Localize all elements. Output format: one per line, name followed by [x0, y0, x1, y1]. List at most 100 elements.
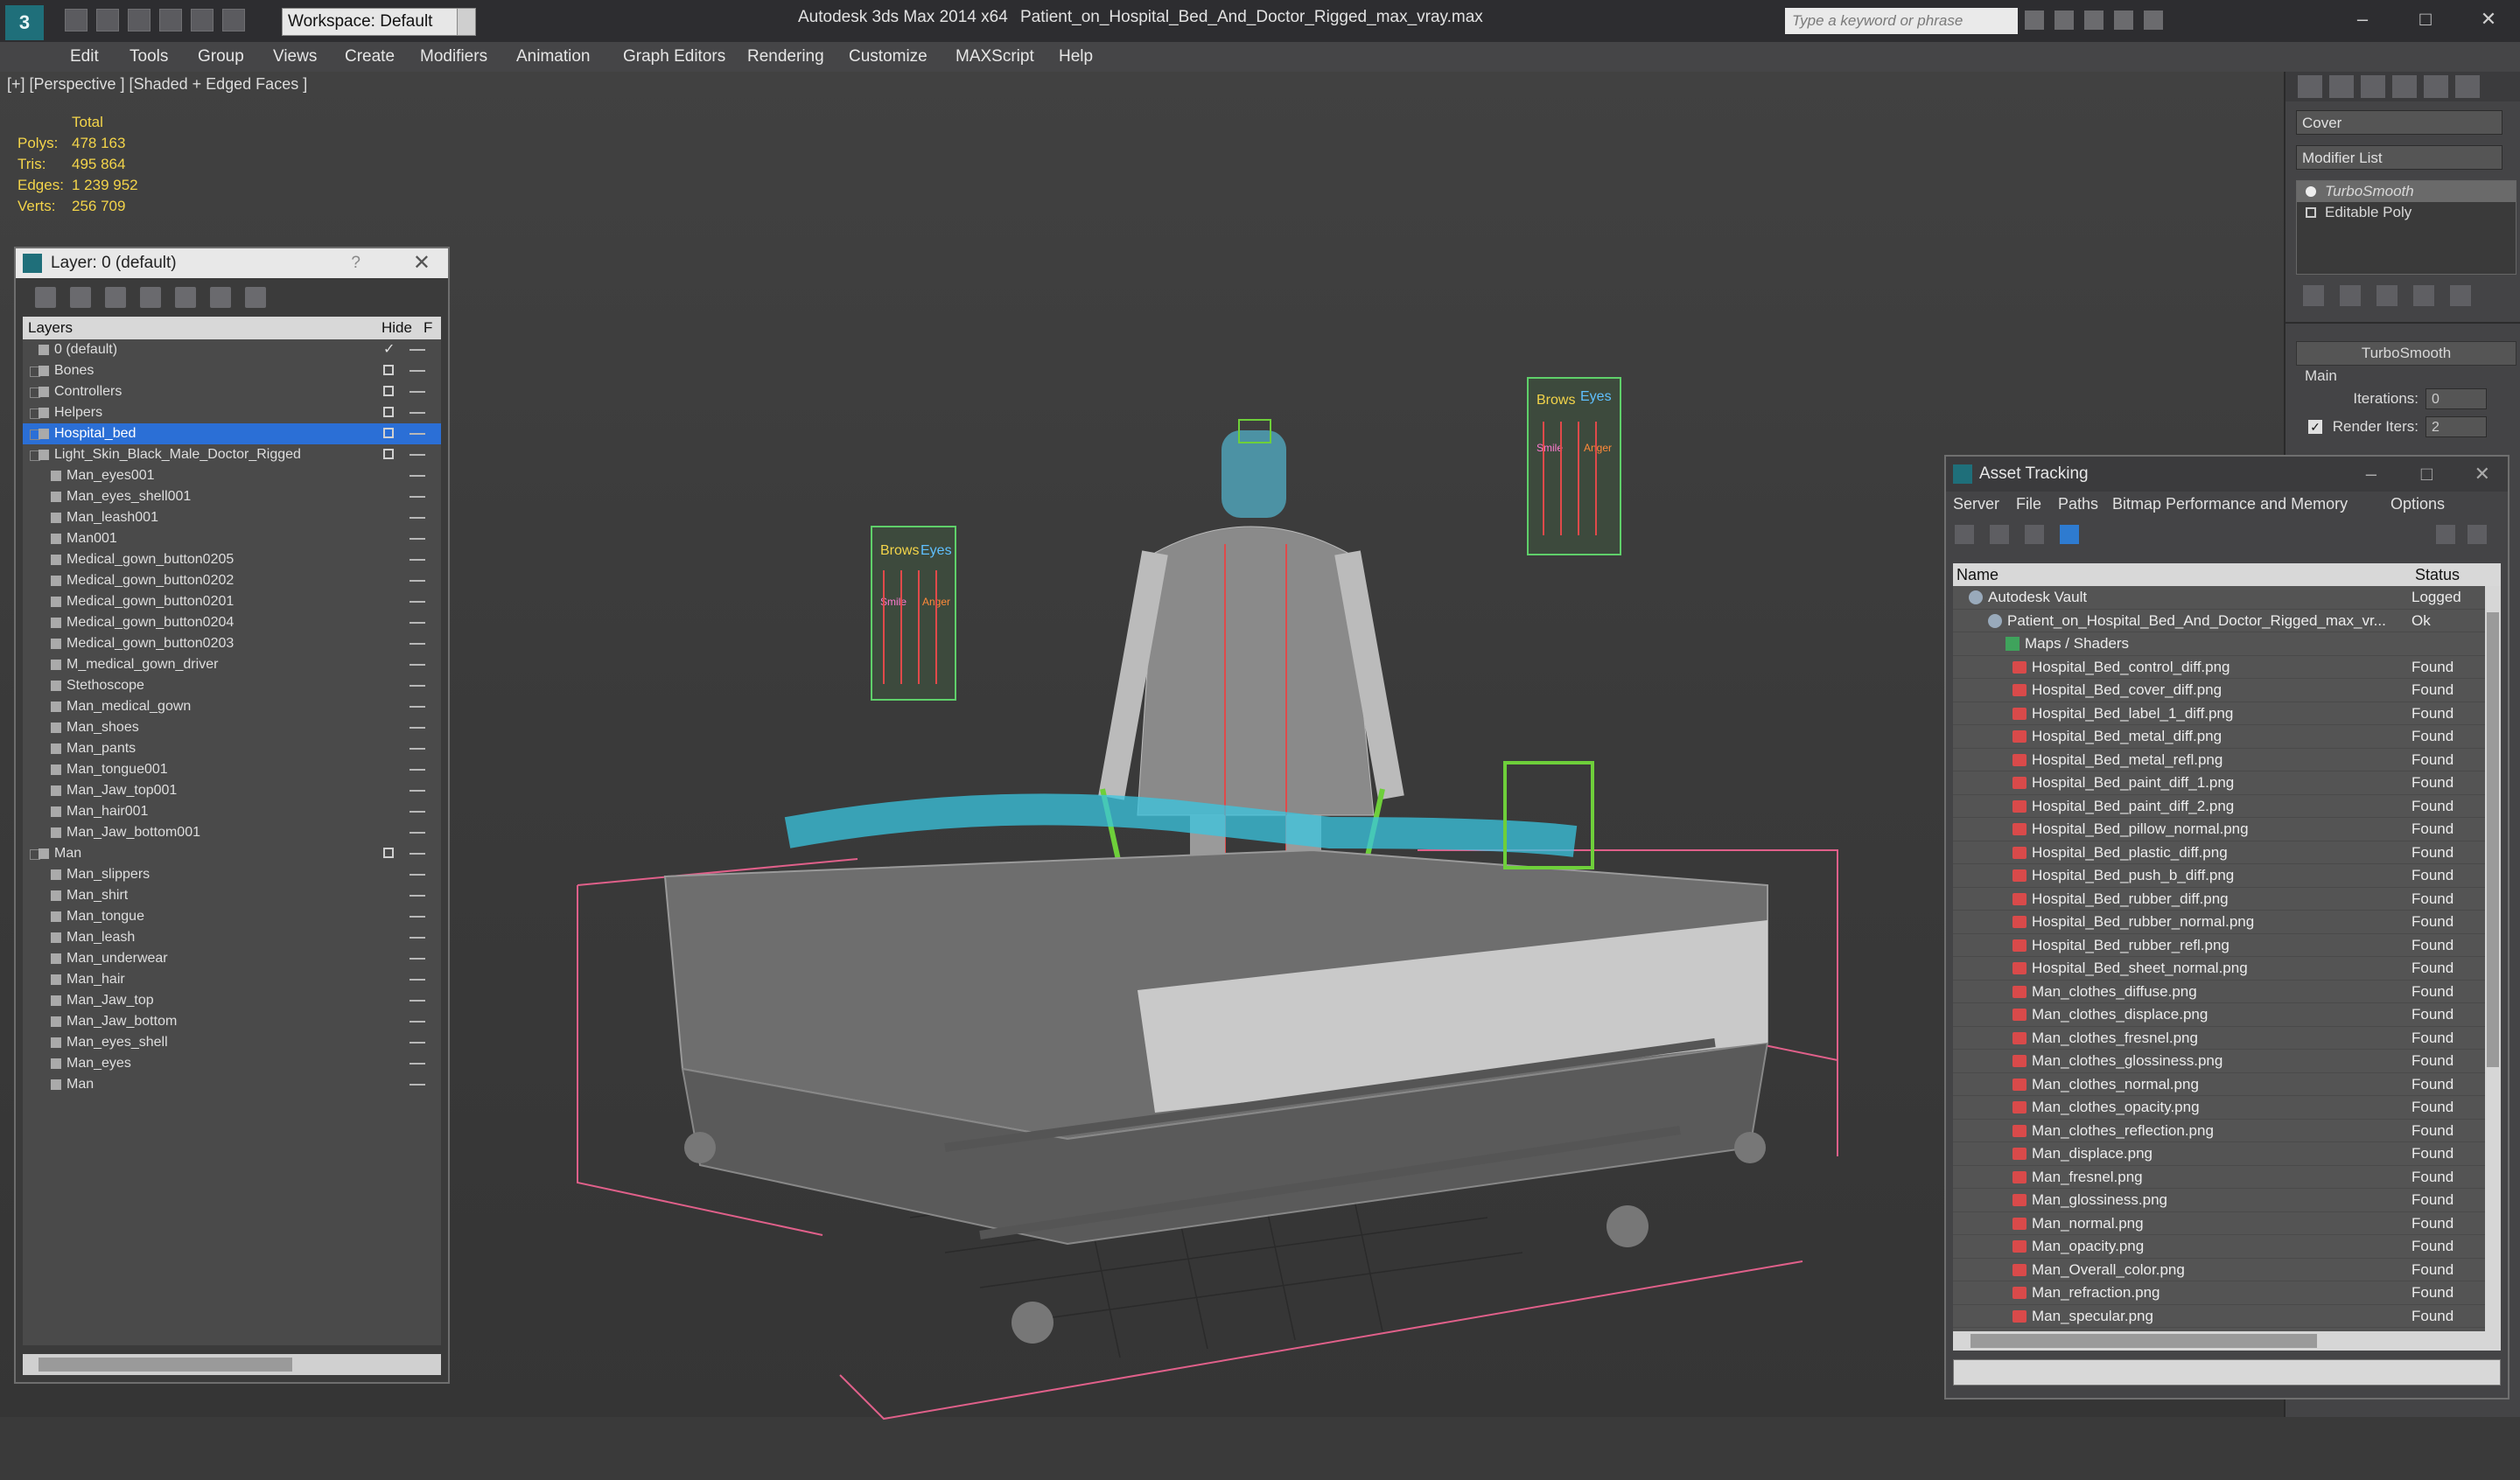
menu-help[interactable]: Help — [1059, 47, 1093, 66]
layer-row[interactable]: Controllers — [23, 381, 441, 402]
layer-object-row[interactable]: Man_Jaw_bottom — [23, 1011, 441, 1032]
asset-row[interactable]: Hospital_Bed_metal_diff.png Found — [1953, 725, 2501, 749]
menu-bitmap-performance[interactable]: Bitmap Performance and Memory — [2112, 495, 2348, 513]
layer-object-row[interactable]: Man001 — [23, 528, 441, 549]
configure-sets-icon[interactable] — [2450, 285, 2471, 306]
menu-file[interactable]: File — [2016, 495, 2041, 513]
freeze-toggle[interactable] — [410, 727, 425, 729]
asset-tracking-window[interactable]: Asset Tracking – □ ✕ Server File Paths B… — [1944, 455, 2510, 1400]
scrollbar-thumb[interactable] — [2487, 612, 2499, 1067]
utilities-tab-icon[interactable] — [2455, 75, 2480, 98]
menu-group[interactable]: Group — [198, 47, 244, 66]
asset-row[interactable]: Man_specular.png Found — [1953, 1305, 2501, 1328]
asset-row[interactable]: Hospital_Bed_push_b_diff.png Found — [1953, 864, 2501, 888]
freeze-toggle[interactable] — [410, 685, 425, 687]
hierarchy-tab-icon[interactable] — [2361, 75, 2385, 98]
add-to-layer-icon[interactable] — [105, 287, 126, 308]
menu-options[interactable]: Options — [2390, 495, 2445, 513]
communication-icon[interactable] — [2084, 10, 2104, 30]
star-icon[interactable] — [2114, 10, 2133, 30]
table-view-icon[interactable] — [2060, 525, 2079, 544]
layer-object-row[interactable]: Man_underwear — [23, 948, 441, 969]
freeze-toggle[interactable] — [410, 748, 425, 750]
help-icon[interactable] — [2436, 525, 2455, 544]
layer-row[interactable]: Helpers — [23, 402, 441, 423]
layer-object-row[interactable]: Man_tongue001 — [23, 759, 441, 780]
motion-tab-icon[interactable] — [2392, 75, 2417, 98]
freeze-toggle[interactable] — [410, 1042, 425, 1044]
modifier-stack[interactable]: TurboSmooth Editable Poly — [2296, 180, 2516, 275]
highlight-layer-icon[interactable] — [175, 287, 196, 308]
active-layer-check-icon[interactable]: ✓ — [383, 339, 395, 360]
layer-object-row[interactable]: Medical_gown_button0203 — [23, 633, 441, 654]
menu-rendering[interactable]: Rendering — [747, 47, 824, 66]
freeze-toggle[interactable] — [410, 559, 425, 561]
close-icon[interactable]: ✕ — [2474, 457, 2490, 492]
menu-graph-editors[interactable]: Graph Editors — [623, 47, 725, 66]
status-column-header[interactable]: Status — [2415, 566, 2460, 584]
layer-object-row[interactable]: Man_shoes — [23, 717, 441, 738]
layer-row[interactable]: 0 (default) ✓ — [23, 339, 441, 360]
freeze-toggle[interactable] — [410, 853, 425, 855]
asset-table[interactable]: Name Status Autodesk Vault Logged Patient_… — [1953, 563, 2501, 1331]
asset-row[interactable]: Hospital_Bed_control_diff.png Found — [1953, 656, 2501, 679]
layer-object-row[interactable]: Man_slippers — [23, 864, 441, 885]
binoculars-icon[interactable] — [2025, 10, 2044, 30]
freeze-toggle[interactable] — [410, 769, 425, 771]
scrollbar-thumb[interactable] — [1970, 1334, 2317, 1348]
project-folder-icon[interactable] — [222, 9, 245, 31]
asset-row[interactable]: Man_opacity.png Found — [1953, 1235, 2501, 1259]
hide-toggle[interactable] — [383, 386, 394, 396]
freeze-toggle[interactable] — [410, 1021, 425, 1023]
freeze-toggle[interactable] — [410, 979, 425, 981]
hide-column-header[interactable]: Hide — [382, 319, 412, 337]
settings-icon[interactable] — [2468, 525, 2487, 544]
layer-object-row[interactable]: Man_shirt — [23, 885, 441, 906]
redo-icon[interactable] — [191, 9, 214, 31]
asset-row[interactable]: Hospital_Bed_label_1_diff.png Found — [1953, 702, 2501, 725]
horizontal-scrollbar[interactable] — [23, 1354, 441, 1375]
layer-object-row[interactable]: Man_hair001 — [23, 801, 441, 822]
asset-row[interactable]: Patient_on_Hospital_Bed_And_Doctor_Rigge… — [1953, 610, 2501, 632]
asset-row[interactable]: Hospital_Bed_paint_diff_2.png Found — [1953, 795, 2501, 818]
face-control-chart-left[interactable]: Brows Eyes Smile Anger — [871, 526, 956, 701]
freeze-toggle[interactable] — [410, 664, 425, 666]
layer-list[interactable]: 0 (default) ✓ Bones Controllers Helpers Hospi… — [23, 339, 441, 1345]
thumbnail-view-icon[interactable] — [2025, 525, 2044, 544]
delete-layer-icon[interactable] — [70, 287, 91, 308]
asset-row[interactable]: Man_clothes_normal.png Found — [1953, 1073, 2501, 1096]
search-input[interactable]: Type a keyword or phrase — [1785, 8, 2018, 34]
layer-object-row[interactable]: M_medical_gown_driver — [23, 654, 441, 675]
asset-row[interactable]: Man_clothes_fresnel.png Found — [1953, 1027, 2501, 1050]
help-icon[interactable]: ? — [351, 248, 360, 278]
asset-row[interactable]: Man_clothes_opacity.png Found — [1953, 1096, 2501, 1120]
layer-object-row[interactable]: Medical_gown_button0205 — [23, 549, 441, 570]
layer-object-row[interactable]: Man — [23, 1074, 441, 1095]
help-icon[interactable] — [2144, 10, 2163, 30]
layer-object-row[interactable]: Man_Jaw_bottom001 — [23, 822, 441, 843]
freeze-toggle[interactable] — [410, 832, 425, 834]
layer-object-row[interactable]: Medical_gown_button0202 — [23, 570, 441, 591]
asset-row[interactable]: Man_refraction.png Found — [1953, 1281, 2501, 1305]
menu-server[interactable]: Server — [1953, 495, 1999, 513]
minimize-icon[interactable]: – — [2366, 457, 2376, 492]
freeze-toggle[interactable] — [410, 538, 425, 540]
hide-toggle[interactable] — [383, 428, 394, 438]
freeze-toggle[interactable] — [410, 874, 425, 876]
face-control-chart-right[interactable]: Brows Eyes Smile Anger — [1527, 377, 1621, 555]
lightbulb-icon[interactable] — [2306, 186, 2316, 197]
turbosmooth-rollout[interactable]: TurboSmooth — [2296, 341, 2516, 366]
layer-row[interactable]: Light_Skin_Black_Male_Doctor_Rigged — [23, 444, 441, 465]
asset-status-field[interactable] — [1953, 1359, 2501, 1386]
render-iters-checkbox[interactable]: ✓ — [2308, 420, 2322, 434]
hide-all-icon[interactable] — [210, 287, 231, 308]
maximize-icon[interactable]: □ — [2394, 0, 2457, 38]
layer-object-row[interactable]: Man_Jaw_top001 — [23, 780, 441, 801]
show-end-result-icon[interactable] — [2340, 285, 2361, 306]
layer-object-row[interactable]: Man_eyes_shell — [23, 1032, 441, 1053]
minimize-icon[interactable]: – — [2331, 0, 2394, 38]
asset-row[interactable]: Hospital_Bed_paint_diff_1.png Found — [1953, 771, 2501, 795]
freeze-toggle[interactable] — [410, 1063, 425, 1065]
object-name-field[interactable]: Cover — [2296, 110, 2502, 135]
remove-modifier-icon[interactable] — [2413, 285, 2434, 306]
